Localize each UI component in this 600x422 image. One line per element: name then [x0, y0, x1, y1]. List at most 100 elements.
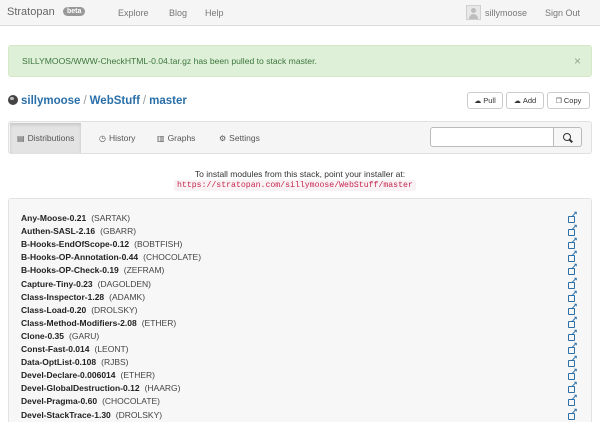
external-link-icon[interactable]: [568, 380, 578, 394]
external-link-icon[interactable]: [568, 315, 578, 328]
gear-icon: ⚙: [219, 133, 227, 143]
add-button[interactable]: ☁ Add: [506, 92, 544, 109]
distribution-author: (CHOCOLATE): [143, 252, 202, 263]
distribution-author: (GBARR): [100, 226, 137, 237]
distribution-author: (BOBTFISH): [134, 239, 183, 250]
breadcrumb: sillymoose / WebStuff / master: [8, 95, 187, 107]
external-link-icon[interactable]: [568, 328, 578, 341]
distribution-author: (LEONT): [94, 344, 129, 354]
tab-settings-label: Settings: [229, 133, 260, 143]
alert-message: SILLYMOOS/WWW-CheckHTML-0.04.tar.gz has …: [22, 56, 317, 66]
distribution-name[interactable]: Clone-0.35: [21, 331, 64, 341]
distribution-name[interactable]: B-Hooks-OP-Check-0.19: [21, 265, 119, 275]
add-label: Add: [522, 96, 537, 105]
list-item: Devel-StackTrace-1.30 (DROLSKY): [21, 407, 581, 422]
distribution-name[interactable]: Capture-Tiny-0.23: [21, 279, 93, 289]
pull-label: Pull: [483, 96, 496, 105]
distribution-author: (DROLSKY): [91, 304, 138, 315]
list-item: B-Hooks-EndOfScope-0.12 (BOBTFISH): [21, 236, 581, 252]
list-item: Capture-Tiny-0.23 (DAGOLDEN): [21, 276, 581, 292]
nav-blog[interactable]: Blog: [169, 8, 187, 18]
pull-button[interactable]: ☁ Pull: [467, 92, 503, 109]
external-link-icon[interactable]: [568, 407, 578, 420]
external-link-icon[interactable]: [568, 367, 578, 381]
search-button[interactable]: [554, 127, 582, 147]
install-instructions: To install modules from this stack, poin…: [194, 169, 406, 179]
list-item: Authen-SASL-2.16 (GBARR): [21, 223, 581, 239]
copy-button[interactable]: ❐ Copy: [547, 92, 590, 109]
list-item: Devel-Declare-0.006014 (ETHER): [21, 367, 581, 383]
search-input[interactable]: [430, 127, 554, 147]
search-icon: [563, 132, 571, 141]
list-item: Devel-Pragma-0.60 (CHOCOLATE): [21, 393, 581, 409]
tab-distributions-label: Distributions: [27, 133, 75, 143]
breadcrumb-separator: /: [83, 95, 87, 107]
external-link-icon[interactable]: [568, 276, 578, 289]
list-item: Class-Load-0.20 (DROLSKY): [21, 302, 581, 318]
external-link-icon[interactable]: [568, 236, 578, 250]
distribution-name[interactable]: Const-Fast-0.014: [21, 344, 90, 354]
navbar: Stratopan beta Explore Blog Help sillymo…: [0, 0, 600, 26]
external-link-icon[interactable]: [568, 210, 578, 223]
distribution-list: Any-Moose-0.21 (SARTAK) Authen-SASL-2.16 (G…: [8, 198, 592, 422]
list-item: B-Hooks-OP-Check-0.19 (ZEFRAM): [21, 262, 581, 278]
distribution-author: (HAARG): [144, 383, 181, 394]
distribution-name[interactable]: B-Hooks-EndOfScope-0.12: [21, 239, 129, 249]
distribution-name[interactable]: Devel-Pragma-0.60: [21, 396, 97, 406]
list-item: Const-Fast-0.014 (LEONT): [21, 341, 581, 357]
distribution-author: (CHOCOLATE): [102, 396, 161, 407]
clock-icon: ◷: [99, 133, 106, 143]
distribution-name[interactable]: Class-Load-0.20: [21, 305, 86, 315]
external-link-icon[interactable]: [568, 223, 578, 237]
distribution-author: (RJBS): [101, 357, 129, 368]
tab-history-label: History: [108, 133, 136, 143]
distribution-author: (ADAMK): [109, 291, 146, 302]
sign-out-link[interactable]: Sign Out: [545, 8, 580, 18]
tab-distributions[interactable]: ▤ Distributions: [10, 123, 82, 153]
distribution-name[interactable]: B-Hooks-OP-Annotation-0.44: [21, 252, 138, 262]
breadcrumb-user[interactable]: sillymoose: [21, 95, 80, 107]
cloud-download-icon: ☁: [474, 97, 482, 105]
distribution-name[interactable]: Class-Method-Modifiers-2.08: [21, 318, 137, 328]
external-link-icon[interactable]: [568, 393, 578, 407]
tab-settings[interactable]: ⚙ Settings: [212, 123, 267, 153]
list-item: Class-Method-Modifiers-2.08 (ETHER): [21, 315, 581, 331]
external-link-icon[interactable]: [568, 289, 578, 302]
breadcrumb-separator: /: [142, 95, 147, 107]
beta-badge: beta: [63, 7, 86, 16]
external-link-icon[interactable]: [568, 302, 578, 315]
list-item: Clone-0.35 (GARU): [21, 328, 581, 344]
distribution-author: (ETHER): [120, 370, 155, 381]
copy-icon: ❐: [555, 97, 562, 105]
breadcrumb-stack[interactable]: master: [149, 95, 187, 107]
install-url: https://stratopan.com/sillymoose/WebStuf…: [174, 180, 416, 191]
distribution-author: (DAGOLDEN): [97, 278, 152, 289]
distribution-author: (ETHER): [141, 317, 177, 328]
list-item: B-Hooks-OP-Annotation-0.44 (CHOCOLATE): [21, 249, 581, 265]
list-icon: ▤: [17, 133, 25, 143]
distribution-name[interactable]: Devel-Declare-0.006014: [21, 370, 116, 380]
external-link-icon[interactable]: [568, 341, 578, 354]
user-menu[interactable]: sillymoose: [485, 8, 527, 18]
nav-help[interactable]: Help: [205, 8, 224, 18]
distribution-name[interactable]: Class-Inspector-1.28: [21, 292, 104, 302]
list-item: Any-Moose-0.21 (SARTAK): [21, 210, 581, 226]
brand-logo[interactable]: Stratopan: [7, 6, 55, 18]
tab-bar: ▤ Distributions ◷ History ▥ Graphs ⚙ Setting…: [8, 121, 592, 154]
distribution-name[interactable]: Any-Moose-0.21: [21, 213, 86, 223]
tab-graphs-label: Graphs: [167, 133, 196, 143]
external-link-icon[interactable]: [568, 262, 578, 276]
external-link-icon[interactable]: [568, 249, 578, 263]
tab-history[interactable]: ◷ History: [92, 123, 142, 153]
nav-explore[interactable]: Explore: [118, 8, 149, 18]
tab-graphs[interactable]: ▥ Graphs: [150, 123, 202, 153]
distribution-name[interactable]: Devel-GlobalDestruction-0.12: [21, 383, 140, 393]
close-icon[interactable]: ×: [574, 54, 581, 68]
external-link-icon[interactable]: [568, 354, 578, 368]
avatar[interactable]: [466, 5, 481, 20]
distribution-name[interactable]: Devel-StackTrace-1.30: [21, 410, 111, 420]
distribution-name[interactable]: Authen-SASL-2.16: [21, 226, 95, 236]
copy-label: Copy: [563, 96, 582, 105]
distribution-name[interactable]: Data-OptList-0.108: [21, 357, 96, 367]
breadcrumb-repo[interactable]: WebStuff: [90, 95, 140, 107]
